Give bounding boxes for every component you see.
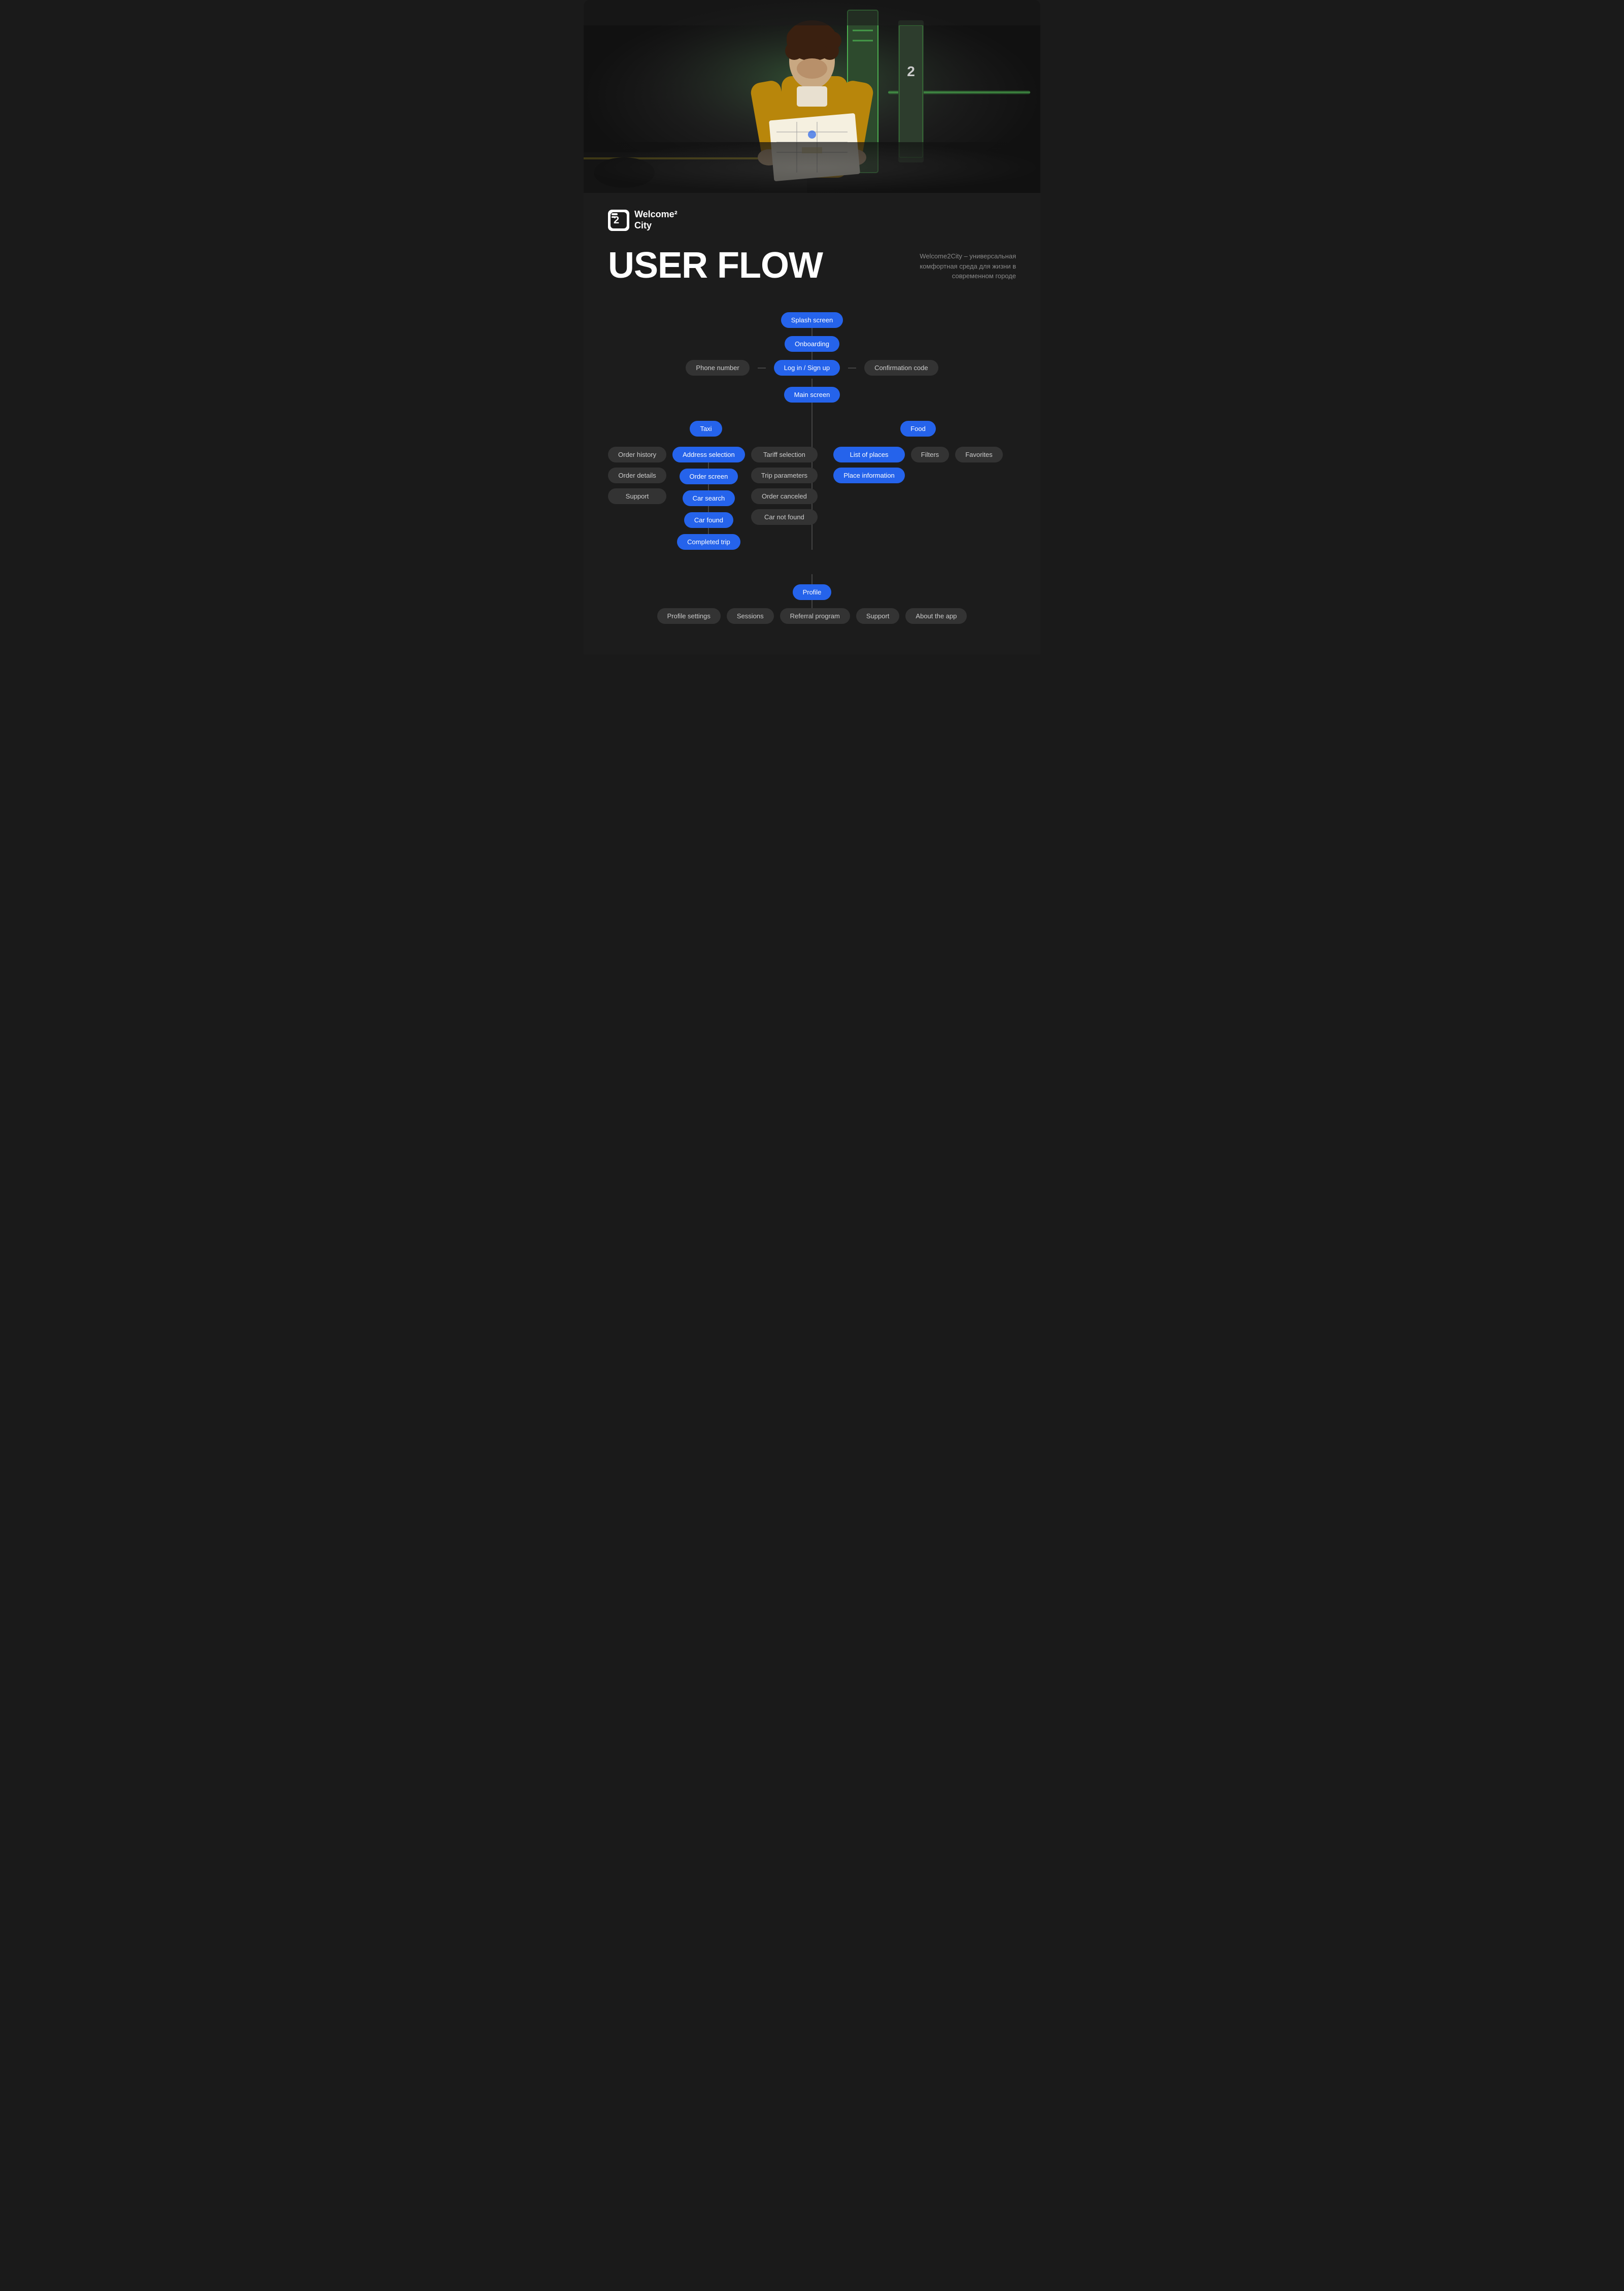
splash-pill[interactable]: Splash screen	[781, 312, 843, 328]
order-canceled-pill[interactable]: Order canceled	[751, 488, 818, 504]
header-row: USER FLOW Welcome2City – универсальная к…	[608, 247, 1016, 284]
referral-pill[interactable]: Referral program	[780, 608, 850, 624]
tariff-pill[interactable]: Tariff selection	[751, 447, 818, 462]
splash-node: Splash screen	[781, 312, 843, 336]
tagline: Welcome2City – универсальная комфортная …	[904, 251, 1016, 281]
food-body: List of places Place information Filters…	[820, 447, 1016, 483]
car-found-node: Car found	[684, 512, 733, 534]
taxi-body: Order history Order details Support Addr…	[608, 447, 804, 550]
support-taxi-pill[interactable]: Support	[608, 488, 666, 504]
food-section: Food List of places Place information Fi…	[812, 421, 1016, 550]
profile-section: Profile Profile settings Sessions Referr…	[608, 574, 1016, 624]
vc3	[708, 506, 709, 512]
filters-pill[interactable]: Filters	[911, 447, 949, 462]
vc2	[708, 484, 709, 490]
list-places-pill[interactable]: List of places	[833, 447, 904, 462]
hero-illustration: 2	[584, 0, 1040, 193]
order-details-pill[interactable]: Order details	[608, 468, 666, 483]
confirm-pill[interactable]: Confirmation code	[864, 360, 938, 376]
car-search-pill[interactable]: Car search	[683, 490, 735, 506]
taxi-pill[interactable]: Taxi	[690, 421, 722, 437]
taxi-left-col: Order history Order details Support	[608, 447, 666, 504]
phone-pill[interactable]: Phone number	[686, 360, 749, 376]
addr-node: Address selection	[672, 447, 745, 469]
main-pill[interactable]: Main screen	[784, 387, 840, 403]
taxi-right-col: Tariff selection Trip parameters Order c…	[751, 447, 818, 525]
order-screen-pill[interactable]: Order screen	[680, 469, 738, 484]
logo-svg: 2	[611, 212, 627, 228]
car-not-found-pill[interactable]: Car not found	[751, 509, 818, 525]
food-left-col: List of places Place information	[833, 447, 904, 483]
car-found-pill[interactable]: Car found	[684, 512, 733, 528]
profile-pill[interactable]: Profile	[793, 584, 832, 600]
svg-text:2: 2	[907, 63, 915, 79]
main-content: 2 Welcome² City USER FLOW Welcome2City –…	[584, 193, 1040, 654]
taxi-center-col: Address selection Order screen Car searc…	[672, 447, 745, 550]
food-right-col: Favorites	[955, 447, 1002, 462]
sections-row: Taxi Order history Order details Support…	[608, 421, 1016, 550]
taxi-section: Taxi Order history Order details Support…	[608, 421, 812, 550]
vc4	[708, 528, 709, 534]
support-profile-pill[interactable]: Support	[856, 608, 900, 624]
login-pill[interactable]: Log in / Sign up	[774, 360, 840, 376]
main-node: Main screen	[784, 387, 840, 403]
top-nodes: Splash screen Onboarding Phone number Lo…	[608, 312, 1016, 403]
vconn-3	[811, 379, 813, 387]
order-screen-node: Order screen	[680, 469, 738, 490]
logo-text: Welcome² City	[634, 209, 678, 231]
onboarding-pill[interactable]: Onboarding	[785, 336, 839, 352]
place-info-pill[interactable]: Place information	[833, 468, 904, 483]
login-row: Phone number Log in / Sign up Confirmati…	[686, 360, 938, 376]
profile-settings-pill[interactable]: Profile settings	[657, 608, 721, 624]
food-header: Food	[820, 421, 1016, 437]
hero-section: 2	[584, 0, 1040, 193]
hconn-phone	[758, 368, 766, 369]
about-app-pill[interactable]: About the app	[905, 608, 967, 624]
favorites-pill[interactable]: Favorites	[955, 447, 1002, 462]
food-mid-col: Filters	[911, 447, 949, 462]
logo-name: Welcome²	[634, 209, 678, 220]
sessions-pill[interactable]: Sessions	[727, 608, 774, 624]
profile-vconn-top	[811, 574, 813, 584]
profile-vconn-bottom	[811, 600, 813, 608]
completed-trip-pill[interactable]: Completed trip	[677, 534, 740, 550]
flow-diagram: Splash screen Onboarding Phone number Lo…	[608, 312, 1016, 624]
profile-children: Profile settings Sessions Referral progr…	[657, 608, 967, 624]
trip-params-pill[interactable]: Trip parameters	[751, 468, 818, 483]
onboarding-node: Onboarding	[785, 336, 839, 360]
order-history-pill[interactable]: Order history	[608, 447, 666, 462]
taxi-header: Taxi	[608, 421, 804, 437]
vc1	[708, 462, 709, 469]
logo-subname: City	[634, 220, 678, 231]
logo: 2 Welcome² City	[608, 209, 1016, 231]
hconn-confirm	[848, 368, 856, 369]
address-pill[interactable]: Address selection	[672, 447, 745, 462]
food-pill[interactable]: Food	[900, 421, 936, 437]
logo-icon: 2	[608, 210, 629, 231]
page-title: USER FLOW	[608, 247, 823, 284]
vconn-2	[811, 352, 813, 360]
car-search-node: Car search	[683, 490, 735, 512]
vconn-1	[811, 328, 813, 336]
